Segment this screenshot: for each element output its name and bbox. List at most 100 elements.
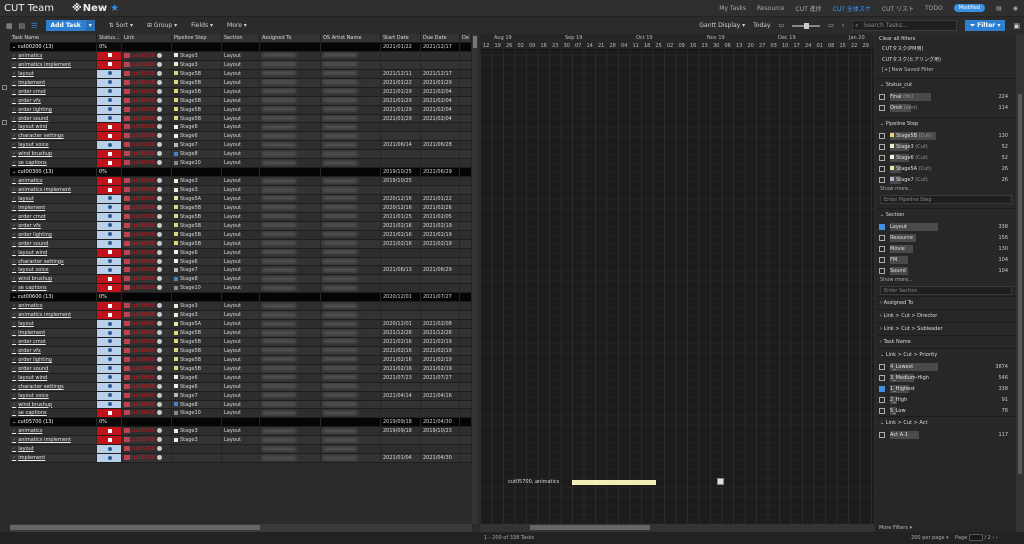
check-icon[interactable]: ✓	[12, 133, 16, 139]
link-text[interactable]: cut00200	[131, 98, 155, 104]
pipeline-step-cell[interactable]: Stage8	[172, 275, 222, 284]
artist-name-cell[interactable]	[321, 239, 381, 248]
task-name[interactable]: ✓ wind brushup	[10, 400, 97, 409]
pipeline-step-cell[interactable]: Stage5B	[172, 203, 222, 212]
status-cell[interactable]	[97, 212, 122, 221]
assigned-to-cell[interactable]	[260, 203, 321, 212]
assigned-to-cell[interactable]	[260, 141, 321, 150]
task-name-label[interactable]: order vfx	[18, 223, 41, 229]
group-row[interactable]: ⌄ cut05700 (13) 0% 2019/09/18 2021/04/30	[10, 418, 472, 428]
link-info-icon[interactable]	[156, 231, 162, 237]
start-date-cell[interactable]: 2021/07/23	[381, 373, 421, 382]
task-name-label[interactable]: se captions	[18, 285, 46, 291]
artist-name-cell[interactable]	[321, 391, 381, 400]
filter-section-title[interactable]: ⌄ Pipeline Step	[876, 117, 1016, 130]
star-icon[interactable]: ★	[110, 3, 119, 14]
artist-name-cell[interactable]	[321, 409, 381, 418]
pipeline-step-cell[interactable]: Stage10	[172, 159, 222, 168]
start-date-cell[interactable]: 2021/01/22	[381, 78, 421, 87]
link-info-icon[interactable]	[156, 330, 162, 335]
zoom-out-icon[interactable]: ▭	[779, 22, 785, 29]
pipeline-step-cell[interactable]: Stage5B	[172, 221, 222, 230]
saved-filter[interactable]: CUTタスク(ヒアリング用)	[876, 55, 1016, 66]
link-info-icon[interactable]	[156, 383, 162, 389]
link-cell[interactable]: cut00600	[122, 311, 172, 320]
link-cell[interactable]: cut00200	[122, 123, 172, 132]
assigned-to-cell[interactable]	[260, 96, 321, 105]
add-task-button[interactable]: Add Task	[45, 20, 86, 31]
filter-option[interactable]: 5_Low 78	[876, 405, 1016, 416]
link-info-icon[interactable]	[156, 195, 162, 201]
assigned-to-cell[interactable]	[260, 400, 321, 409]
link-cell[interactable]: cut00600	[122, 400, 172, 409]
table-row[interactable]: ✓ wind brushup cut00600 Stage8 Layout	[10, 400, 472, 410]
filter-option[interactable]: Final (fin) 224	[876, 91, 1016, 102]
artist-name-cell[interactable]	[321, 355, 381, 364]
group-row[interactable]: ⌄ cut00300 (13) 0% 2019/10/25 2021/06/29	[10, 168, 472, 178]
pipeline-step-cell[interactable]: Stage8	[172, 150, 222, 159]
link-cell[interactable]: cut00300	[122, 257, 172, 266]
pipeline-step-cell[interactable]: Stage3	[172, 60, 222, 69]
link-info-icon[interactable]	[156, 428, 162, 434]
status-cell[interactable]	[97, 203, 122, 212]
task-name[interactable]: ✓ order sound	[10, 239, 97, 248]
filter-checkbox[interactable]	[879, 234, 885, 241]
task-name[interactable]: ✓ layout voice	[10, 266, 97, 275]
link-info-icon[interactable]	[156, 365, 162, 371]
due-date-cell[interactable]: 2021/04/16	[421, 391, 460, 400]
section-cell[interactable]: Layout	[222, 373, 260, 382]
filter-checkbox[interactable]	[879, 374, 885, 381]
artist-name-cell[interactable]	[321, 400, 381, 409]
assigned-to-cell[interactable]	[260, 454, 321, 463]
section-cell[interactable]: Layout	[222, 409, 260, 418]
filter-checkbox[interactable]	[879, 256, 885, 263]
status-cell[interactable]	[97, 150, 122, 159]
artist-name-cell[interactable]	[321, 266, 381, 275]
column-header[interactable]: Status...	[97, 34, 122, 42]
pipeline-step-cell[interactable]: Stage7	[172, 141, 222, 150]
task-name[interactable]: ✓ order sound	[10, 364, 97, 373]
assigned-to-cell[interactable]	[260, 391, 321, 400]
filter-option[interactable]: Act A-1 117	[876, 429, 1016, 440]
section-cell[interactable]: Layout	[222, 87, 260, 96]
table-row[interactable]: ✓ layout cut05700	[10, 445, 472, 455]
task-name[interactable]: ✓ animatics	[10, 302, 97, 311]
task-name[interactable]: ✓ animatics implement	[10, 436, 97, 445]
due-date-cell[interactable]: 2021/02/05	[421, 212, 460, 221]
due-date-cell[interactable]	[421, 123, 460, 132]
per-page-select[interactable]: 200 per page	[911, 535, 945, 541]
link-info-icon[interactable]	[156, 392, 162, 398]
section-cell[interactable]: Layout	[222, 69, 260, 78]
task-name[interactable]: ✓ order cmot	[10, 337, 97, 346]
table-row[interactable]: ✓ character settings cut00200 Stage6 Layout	[10, 132, 472, 142]
start-date-cell[interactable]	[381, 284, 421, 293]
task-name-label[interactable]: animatics implement	[18, 437, 71, 443]
link-cell[interactable]: cut00200	[122, 60, 172, 69]
task-name[interactable]: ✓ order lighting	[10, 105, 97, 114]
link-cell[interactable]: cut00600	[122, 329, 172, 337]
pipeline-step-cell[interactable]: Stage5B	[172, 239, 222, 248]
link-cell[interactable]: cut00200	[122, 105, 172, 114]
task-name[interactable]: ✓ animatics	[10, 177, 97, 185]
pipeline-step-cell[interactable]: Stage6	[172, 257, 222, 266]
link-text[interactable]: cut00200	[131, 71, 155, 77]
gantt-end-marker[interactable]	[717, 478, 724, 485]
sort-button[interactable]: ⇅ Sort ▾	[109, 22, 133, 29]
task-name-label[interactable]: layout wind	[18, 124, 47, 130]
table-row[interactable]: ✓ layout wind cut00300 Stage6 Layout	[10, 248, 472, 258]
more-filters-button[interactable]: More Filters ▾	[876, 524, 1016, 532]
start-date-cell[interactable]	[381, 60, 421, 69]
pipeline-step-cell[interactable]: Stage5B	[172, 87, 222, 96]
due-date-cell[interactable]: 2021/02/04	[421, 96, 460, 105]
status-cell[interactable]	[97, 257, 122, 266]
list-view-icon[interactable]: ☰	[31, 22, 37, 30]
task-name-label[interactable]: order lighting	[18, 232, 52, 238]
link-text[interactable]: cut00600	[131, 366, 155, 372]
task-name-label[interactable]: implement	[18, 80, 45, 86]
fields-button[interactable]: Fields ▾	[191, 22, 213, 29]
check-icon[interactable]: ✓	[12, 312, 16, 318]
task-name[interactable]: ✓ layout	[10, 320, 97, 328]
artist-name-cell[interactable]	[321, 123, 381, 132]
check-icon[interactable]: ✓	[12, 384, 16, 390]
assigned-to-cell[interactable]	[260, 230, 321, 239]
